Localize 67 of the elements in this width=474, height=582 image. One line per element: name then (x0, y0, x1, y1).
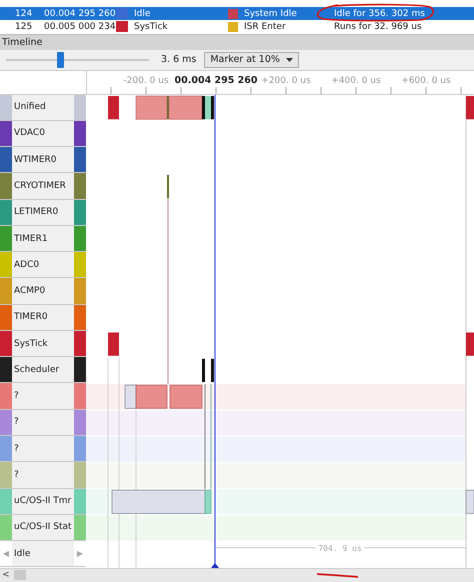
duration-label: 704. 9 us (318, 543, 362, 552)
lane-label: VDAC0 (12, 120, 74, 146)
lane-label: uC/OS-II Tmr (12, 488, 74, 514)
event-detail: Idle for 356. 302 ms (333, 8, 426, 18)
lane-label: ACMP0 (12, 278, 74, 304)
lane-color-stripe (74, 252, 86, 278)
tick-label: +400. 0 us (331, 76, 381, 86)
event-bar (202, 358, 205, 382)
lane-label: ADC0 (12, 252, 74, 278)
lane-color-stripe (74, 357, 86, 382)
lane-color-stripe (74, 200, 86, 225)
annotation-underline (316, 573, 358, 578)
lane-label: LETIMER0 (12, 200, 74, 225)
lane-label: Unified (12, 94, 74, 120)
timestamp: 00.005 000 234 (43, 22, 116, 32)
lane-label: ? (12, 436, 74, 462)
lane-color-stripe (74, 514, 86, 540)
event-bar (108, 96, 119, 119)
lane-label: ? (12, 383, 74, 409)
event-row[interactable]: 124 00.004 295 260 Idle System Idle Idle for 356. 302 ms (0, 7, 474, 20)
row-index: 124 (14, 8, 34, 18)
lane-label: SysTick (12, 330, 74, 356)
lane-label: TIMER0 (12, 304, 74, 330)
event-bar (170, 384, 202, 408)
lane-color-stripe (74, 173, 86, 199)
caret-icon (286, 58, 293, 62)
lane-label: Scheduler (12, 357, 74, 382)
context-name: Idle (133, 8, 152, 18)
lane-label: uC/OS-II Stat (12, 514, 74, 540)
scroll-left-button[interactable]: < (0, 570, 10, 580)
lane-label: TIMER1 (12, 226, 74, 252)
tick-label: 00.004 295 260 (174, 74, 258, 86)
lane-color-stripe (74, 330, 86, 356)
tick-label: +200. 0 us (261, 76, 311, 86)
lane-color-stripe (74, 488, 86, 514)
lane-color-stripe (74, 410, 86, 435)
lane-color-stripe (74, 147, 86, 172)
lane-color-stripe (74, 226, 86, 252)
lane-color-stripe (74, 120, 86, 146)
slider-thumb[interactable] (57, 52, 64, 68)
event-bar (466, 96, 474, 119)
time-marker[interactable] (211, 94, 219, 568)
lane-label: ? (12, 410, 74, 435)
lane-color-stripe (74, 304, 86, 330)
timestamp: 00.004 295 260 (43, 8, 116, 18)
panel-title: Timeline (2, 37, 42, 48)
event-detail: Runs for 32. 969 us (333, 22, 423, 32)
tick-label: -200. 0 us (123, 76, 168, 86)
lane-label: ? (12, 462, 74, 488)
scrollbar-thumb[interactable] (14, 570, 26, 580)
lane-label: WTIMER0 (12, 147, 74, 172)
marker-dropdown[interactable]: Marker at 10% (204, 52, 299, 68)
lane-label: CRYOTIMER (12, 173, 74, 199)
event-name: ISR Enter (243, 22, 287, 32)
lane-color-stripe (74, 436, 86, 462)
lane-color-stripe (74, 278, 86, 304)
lane-color-stripe (74, 383, 86, 409)
event-name: System Idle (243, 8, 298, 18)
lane-label: Idle (12, 541, 74, 566)
lane-color-stripe (74, 462, 86, 488)
context-name: SysTick (133, 22, 169, 32)
row-index: 125 (14, 22, 34, 32)
event-bar (211, 358, 214, 382)
event-bar (466, 332, 474, 356)
event-bar (108, 332, 119, 356)
tick-label: +600. 0 us (401, 76, 451, 86)
zoom-reading: 3. 6 ms (161, 54, 196, 66)
